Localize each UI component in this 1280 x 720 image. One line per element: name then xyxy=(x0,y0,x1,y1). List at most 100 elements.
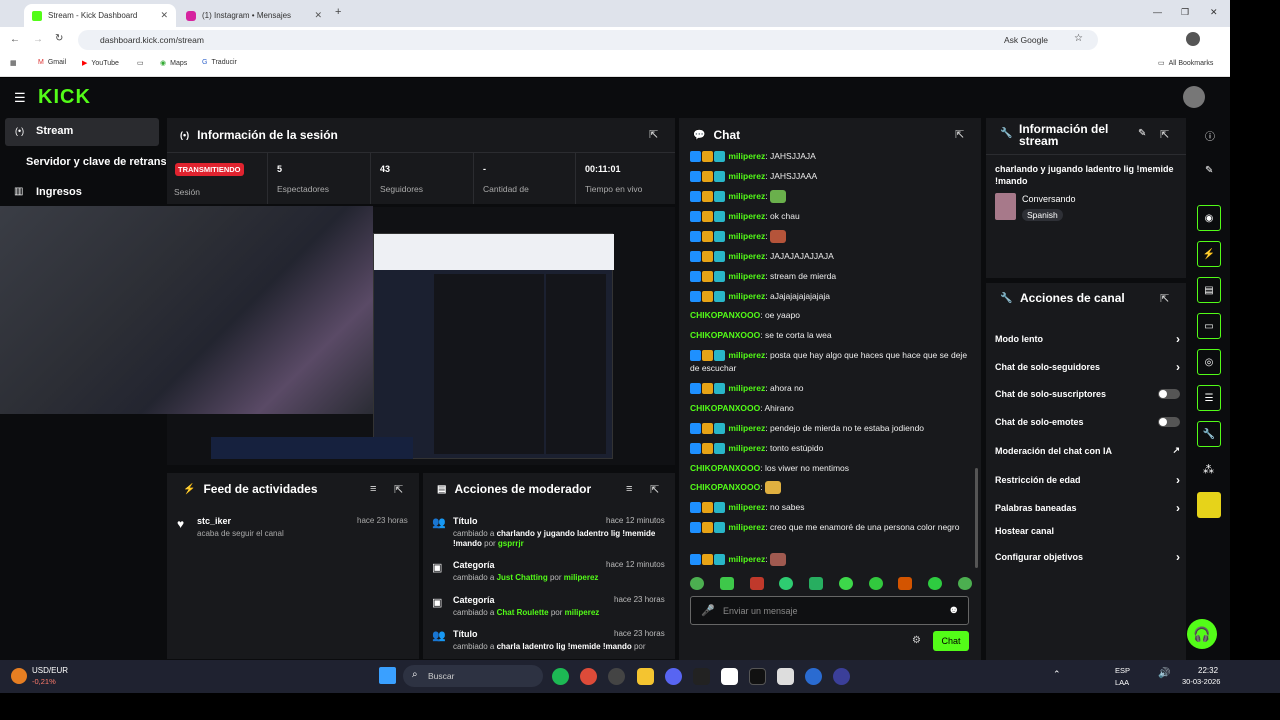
chat-input[interactable]: 🎤 Enviar un mensaje ☻ xyxy=(690,596,969,625)
gear-icon[interactable]: ⚙ xyxy=(912,635,921,646)
info-icon[interactable]: ⓘ xyxy=(1205,128,1215,143)
windows-start-icon[interactable] xyxy=(379,667,396,684)
wrench-widget-icon[interactable]: 🔧 xyxy=(1197,421,1221,447)
emote-icon[interactable] xyxy=(898,577,913,590)
hamburger-menu-icon[interactable]: ☰ xyxy=(14,90,26,106)
spotify-icon[interactable] xyxy=(552,668,569,685)
chat-username[interactable]: CHIKOPANXOOO xyxy=(690,482,760,492)
emote-icon[interactable] xyxy=(749,577,764,590)
url-field[interactable]: dashboard.kick.com/stream Ask Google ☆ xyxy=(78,30,1098,50)
profile-avatar[interactable] xyxy=(1186,32,1200,46)
chat-username[interactable]: miliperez xyxy=(728,171,765,181)
epic-games-icon[interactable] xyxy=(749,668,766,685)
store-icon[interactable] xyxy=(721,668,738,685)
emotes-only-toggle[interactable] xyxy=(1158,417,1180,427)
chat-username[interactable]: miliperez xyxy=(728,522,765,532)
activity-user[interactable]: stc_iker xyxy=(197,516,231,526)
mod-action-user[interactable]: miliperez xyxy=(564,573,599,582)
reload-icon[interactable]: ↻ xyxy=(55,33,63,44)
broadcast-widget-icon[interactable]: ◎ xyxy=(1197,349,1221,375)
clock-time[interactable]: 22:32 xyxy=(1198,666,1218,675)
emote-icon[interactable] xyxy=(957,577,972,590)
activity-widget-icon[interactable]: ⚡ xyxy=(1197,241,1221,267)
modlog-widget-icon[interactable]: ▤ xyxy=(1197,277,1221,303)
battlenet-icon[interactable] xyxy=(805,668,822,685)
kick-logo[interactable]: KICK xyxy=(38,86,91,109)
back-icon[interactable]: ← xyxy=(10,34,20,45)
bookmark-youtube[interactable]: ▶ YouTube xyxy=(82,59,119,68)
tab-kick-dashboard[interactable]: Stream - Kick Dashboard ✕ xyxy=(24,4,176,27)
capcut-icon[interactable] xyxy=(693,668,710,685)
steam-icon[interactable] xyxy=(608,668,625,685)
send-chat-button[interactable]: Chat xyxy=(933,631,969,651)
all-bookmarks[interactable]: ▭ All Bookmarks xyxy=(1158,59,1213,68)
app-icon[interactable] xyxy=(777,668,794,685)
star-icon[interactable]: ☆ xyxy=(1074,33,1083,44)
chat-username[interactable]: miliperez xyxy=(728,423,765,433)
chat-username[interactable]: CHIKOPANXOOO xyxy=(690,403,760,413)
chat-username[interactable]: miliperez xyxy=(728,251,765,261)
channel-action-age-restriction[interactable]: Restricción de edad › xyxy=(995,473,1180,487)
chat-username[interactable]: miliperez xyxy=(728,350,765,360)
popout-icon[interactable]: ⇱ xyxy=(1160,292,1169,305)
channel-action-ai-moderation[interactable]: Moderación del chat con IA ↗ xyxy=(995,445,1180,456)
popout-icon[interactable]: ⇱ xyxy=(394,483,403,496)
chat-username[interactable]: miliperez xyxy=(728,231,765,241)
chat-username[interactable]: miliperez xyxy=(728,291,765,301)
chat-username[interactable]: CHIKOPANXOOO xyxy=(690,463,760,473)
support-headset-icon[interactable]: 🎧 xyxy=(1187,619,1217,649)
close-icon[interactable]: ✕ xyxy=(314,10,322,21)
mod-action-user[interactable]: miliperez xyxy=(565,608,600,617)
actions-widget-icon[interactable]: ☰ xyxy=(1197,385,1221,411)
chat-username[interactable]: miliperez xyxy=(728,383,765,393)
filter-icon[interactable]: ≡ xyxy=(370,483,376,495)
chat-username[interactable]: miliperez xyxy=(728,151,765,161)
chat-username[interactable]: miliperez xyxy=(728,502,765,512)
popout-icon[interactable]: ⇱ xyxy=(955,128,964,141)
chat-username[interactable]: miliperez xyxy=(728,271,765,281)
user-avatar[interactable] xyxy=(1183,86,1205,108)
chat-username[interactable]: CHIKOPANXOOO xyxy=(690,330,760,340)
maximize-icon[interactable]: ❐ xyxy=(1181,7,1189,18)
emote-icon[interactable] xyxy=(928,577,943,590)
subscribers-only-toggle[interactable] xyxy=(1158,389,1180,399)
emote-icon[interactable] xyxy=(779,577,794,590)
chevron-up-icon[interactable]: ⌃ xyxy=(1053,669,1061,680)
sidebar-item-server-key[interactable]: Servidor y clave de retransn xyxy=(26,156,166,168)
bookmark-gmail[interactable]: M Gmail xyxy=(38,59,66,66)
filter-icon[interactable]: ≡ xyxy=(626,483,632,495)
chat-widget-icon[interactable]: ▭ xyxy=(1197,313,1221,339)
ask-google-button[interactable]: Ask Google xyxy=(1004,35,1048,45)
emote-icon[interactable] xyxy=(838,577,853,590)
emote-icon[interactable] xyxy=(690,577,704,590)
folder-icon[interactable]: ▭ xyxy=(137,59,144,67)
chat-username[interactable]: miliperez xyxy=(728,554,765,564)
file-explorer-icon[interactable] xyxy=(637,668,654,685)
volume-icon[interactable]: 🔊 xyxy=(1158,668,1170,679)
popout-icon[interactable]: ⇱ xyxy=(649,128,658,141)
chat-username[interactable]: miliperez xyxy=(728,443,765,453)
emote-icon[interactable] xyxy=(719,577,734,590)
session-widget-icon[interactable]: ◉ xyxy=(1197,205,1221,231)
sidebar-item-ingresos[interactable]: Ingresos xyxy=(36,186,82,198)
channel-action-followers-only[interactable]: Chat de solo-seguidores › xyxy=(995,360,1180,374)
window-close-icon[interactable]: ✕ xyxy=(1210,7,1218,18)
language-indicator[interactable]: ESP xyxy=(1115,666,1130,675)
channel-action-goals[interactable]: Configurar objetivos › xyxy=(995,550,1180,564)
bookmark-traducir[interactable]: G Traducir xyxy=(202,59,237,66)
emote-icon[interactable] xyxy=(868,577,883,590)
new-tab-icon[interactable]: + xyxy=(335,6,341,18)
sidebar-item-stream[interactable]: (•) Stream xyxy=(5,118,159,146)
obs-icon[interactable] xyxy=(833,668,850,685)
channel-action-slow-mode[interactable]: Modo lento › xyxy=(995,332,1180,346)
popout-icon[interactable]: ⇱ xyxy=(1160,128,1169,141)
emote-icon[interactable] xyxy=(809,577,824,590)
taskbar-search[interactable]: ⌕ Buscar xyxy=(403,665,543,687)
emoji-icon[interactable]: ☻ xyxy=(948,604,960,616)
microphone-icon[interactable]: 🎤 xyxy=(701,604,715,617)
chat-username[interactable]: miliperez xyxy=(728,191,765,201)
channel-action-banned-words[interactable]: Palabras baneadas › xyxy=(995,501,1180,515)
channel-action-host[interactable]: Hostear canal xyxy=(995,526,1180,536)
apps-widget-icon[interactable]: ⁂ xyxy=(1203,463,1214,476)
goal-widget-icon[interactable] xyxy=(1197,492,1221,518)
